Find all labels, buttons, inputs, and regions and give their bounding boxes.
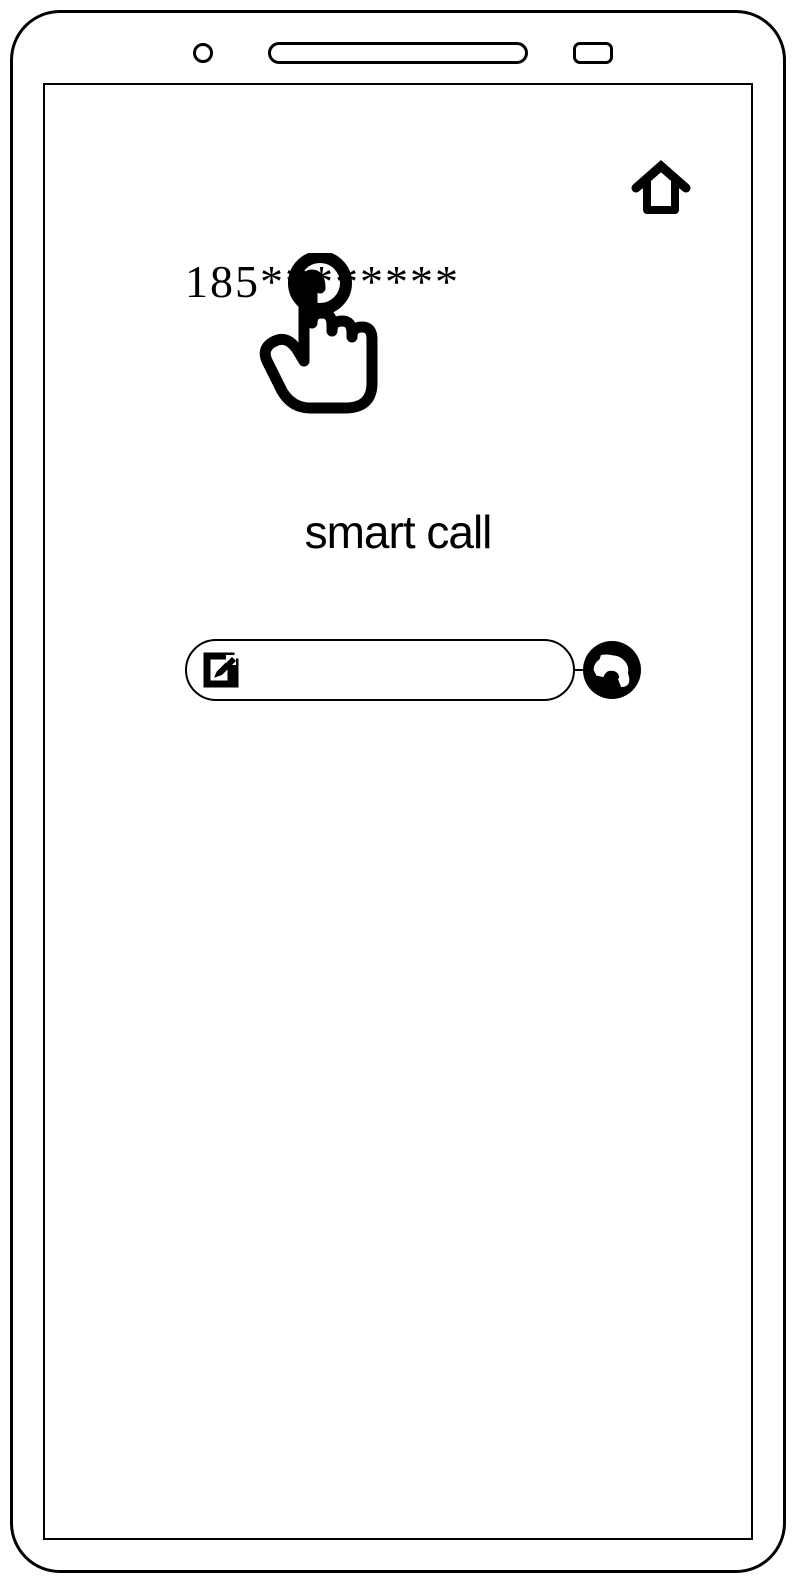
camera-dot [193,43,213,63]
phone-frame: 185******** smart call [10,10,786,1573]
dial-input-field[interactable] [185,639,575,701]
phone-top-hardware [13,33,783,73]
app-title: smart call [45,505,751,559]
tap-hand-icon [250,253,425,428]
dial-icon [583,641,641,699]
home-button[interactable] [631,160,691,220]
dial-button[interactable] [583,641,641,699]
edit-icon [202,651,240,689]
screen-area: 185******** smart call [43,83,753,1540]
home-icon [631,160,691,220]
sensor-bar [573,42,613,64]
dial-input-row [185,639,641,701]
speaker-grille [268,42,528,64]
